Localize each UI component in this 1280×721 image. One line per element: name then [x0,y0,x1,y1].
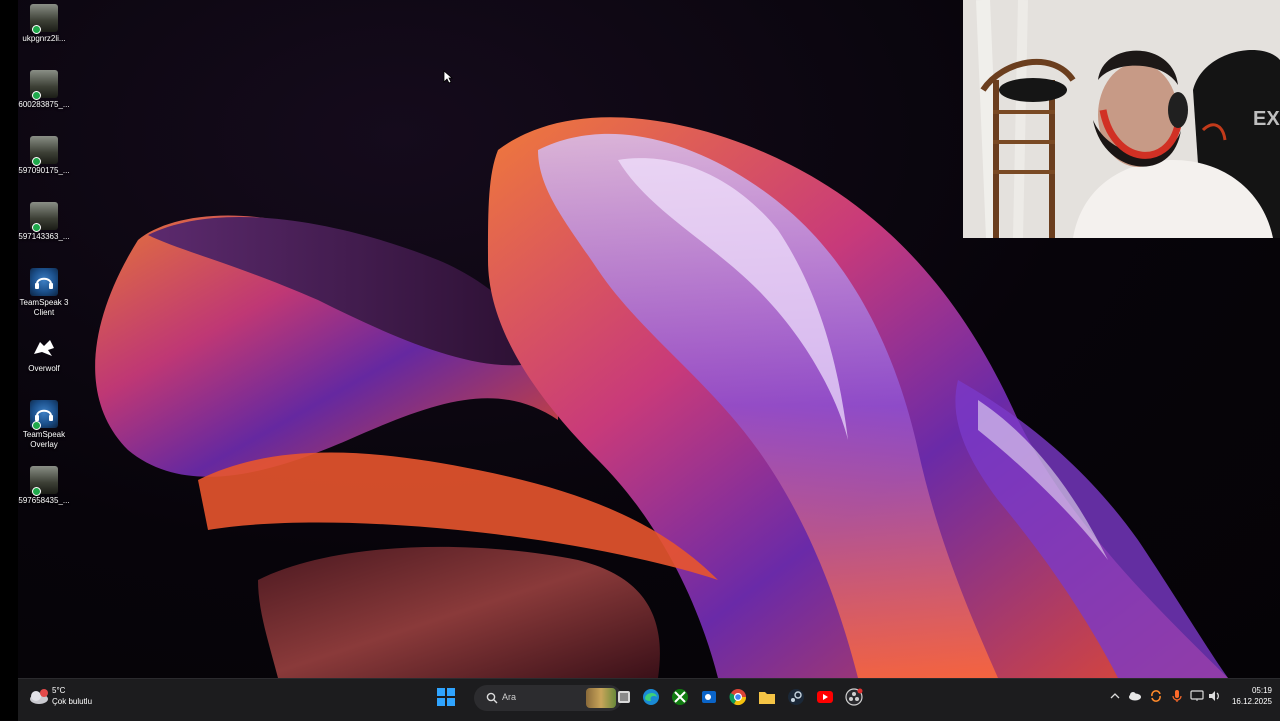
sync-status-icon [32,487,41,496]
outlook-icon [702,691,716,703]
start-button[interactable] [436,687,456,707]
cloudy-weather-icon [30,689,48,704]
edge-button[interactable] [641,687,661,707]
teamspeak-icon [30,268,58,296]
weather-temperature: 5°C [52,686,66,695]
steam-button[interactable] [786,687,806,707]
svg-text:EXV: EXV [1253,108,1280,130]
desktop-icon-teamspeak-overlay[interactable]: TeamSpeak Overlay [18,400,70,450]
task-view-icon [618,691,630,703]
photo-thumbnail-icon [30,70,58,100]
start-icon [437,688,455,706]
chrome-icon [729,689,747,706]
file-explorer-button[interactable] [757,687,777,707]
weather-condition: Çok bulutlu [52,697,93,706]
desktop-icon-label: TeamSpeak Overlay [22,430,66,449]
webcam-feed: EXV [963,0,1280,238]
photo-thumbnail-icon [30,466,58,496]
system-clock[interactable]: 05:19 16.12.2025 [1232,685,1272,707]
teamspeak-overlay-icon [30,400,58,430]
display-icon [1190,690,1204,701]
left-gutter [0,0,18,720]
outlook-button[interactable] [699,687,719,707]
search-highlight-icon [586,688,616,708]
taskbar: 5°C Çok bulutlu Ara 05:19 16.12.2025 [18,678,1280,721]
desktop-icon-label: ukpgnrz2li... [22,34,66,43]
show-hidden-icons-button[interactable] [1108,689,1122,703]
volume-tray-icon[interactable] [1208,689,1222,703]
sync-icon [1151,690,1161,702]
onedrive-icon [1129,692,1141,701]
xbox-icon [672,689,688,705]
desktop-icon-label: TeamSpeak 3 Client [19,298,69,317]
desktop-icon-teamspeak[interactable]: TeamSpeak 3 Client [18,268,70,318]
sync-tray-icon[interactable] [1149,689,1163,703]
webcam-overlay: EXV [963,0,1280,238]
mouse-cursor-icon [443,70,453,84]
obs-button[interactable] [844,687,864,707]
display-tray-icon[interactable] [1190,689,1204,703]
sync-status-icon [32,223,41,232]
weather-widget[interactable]: 5°C Çok bulutlu [28,684,108,714]
desktop-icon-label: 600283875_... [18,100,70,109]
desktop-icon-label: 597143363_... [18,232,70,241]
sync-status-icon [32,421,41,430]
youtube-button[interactable] [815,687,835,707]
desktop-icon-1[interactable]: ukpgnrz2li... [18,4,70,44]
desktop-icon-label: 597090175_... [18,166,70,175]
microphone-icon [1172,690,1182,702]
desktop-icon-label: Overwolf [28,364,60,373]
search-placeholder: Ara [502,692,517,702]
steam-icon [788,689,804,705]
sync-status-icon [32,91,41,100]
photo-thumbnail-icon [30,4,58,34]
volume-icon [1209,691,1219,701]
task-view-button[interactable] [614,687,634,707]
photo-thumbnail-icon [30,136,58,166]
onedrive-tray-icon[interactable] [1128,689,1142,703]
desktop-icon-8[interactable]: 597658435_... [18,466,70,506]
overwolf-icon [30,334,58,362]
edge-icon [643,689,659,705]
sync-status-icon [32,25,41,34]
search-icon [486,692,498,704]
desktop-icon-overwolf[interactable]: Overwolf [18,334,70,374]
file-explorer-icon [759,692,775,704]
clock-date: 16.12.2025 [1231,697,1272,706]
clock-time: 05:19 [1251,686,1272,695]
desktop-icon-2[interactable]: 600283875_... [18,70,70,110]
chevron-up-icon [1110,693,1120,699]
obs-icon [845,688,863,706]
desktop-icon-3[interactable]: 597090175_... [18,136,70,176]
chrome-button[interactable] [728,687,748,707]
xbox-button[interactable] [670,687,690,707]
photo-thumbnail-icon [30,202,58,232]
microphone-tray-icon[interactable] [1170,689,1184,703]
youtube-icon [817,691,833,703]
desktop-icon-4[interactable]: 597143363_... [18,202,70,242]
sync-status-icon [32,157,41,166]
desktop-icon-label: 597658435_... [18,496,70,505]
search-box[interactable]: Ara [474,685,622,711]
